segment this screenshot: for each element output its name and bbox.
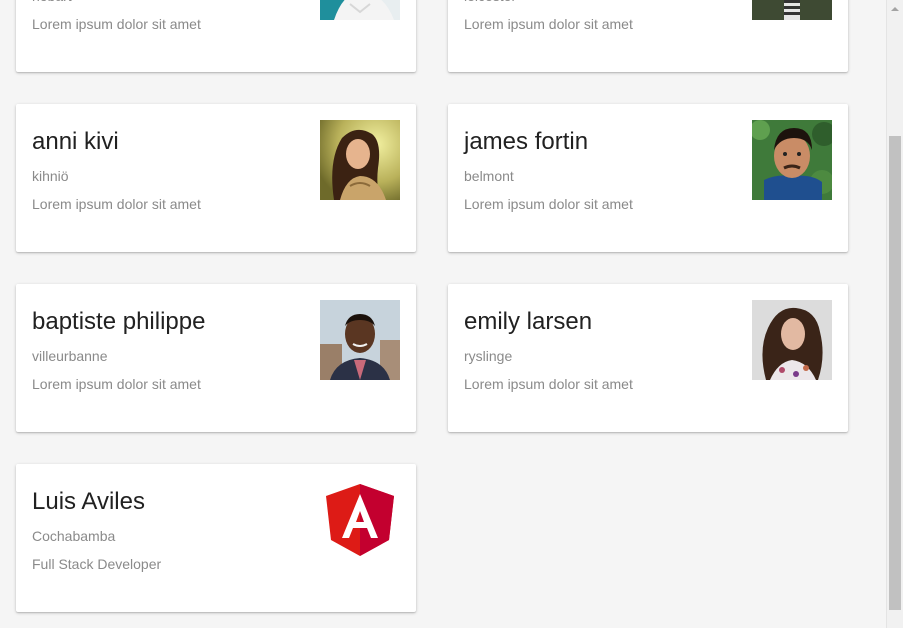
contact-city: hobart (32, 0, 72, 4)
contact-name: anni kivi (32, 128, 119, 155)
contact-photo (752, 0, 832, 20)
contact-description: Lorem ipsum dolor sit amet (32, 16, 201, 32)
contact-name: Luis Aviles (32, 488, 145, 515)
contact-city: leicester (464, 0, 516, 4)
contact-card[interactable]: baptiste philippe villeurbanne Lorem ips… (16, 284, 416, 432)
contact-description: Lorem ipsum dolor sit amet (464, 16, 633, 32)
contact-description: Lorem ipsum dolor sit amet (32, 376, 201, 392)
scroll-up-arrow-icon[interactable] (887, 0, 903, 17)
contact-photo (320, 0, 400, 20)
contact-card[interactable]: leicester Lorem ipsum dolor sit amet (448, 0, 848, 72)
contact-card[interactable]: james fortin belmont Lorem ipsum dolor s… (448, 104, 848, 252)
contact-city: villeurbanne (32, 348, 108, 364)
contact-description: Lorem ipsum dolor sit amet (32, 196, 201, 212)
contact-card-grid: hobart Lorem ipsum dolor sit amet leices… (0, 0, 903, 628)
contact-description: Full Stack Developer (32, 556, 162, 572)
contact-description: Lorem ipsum dolor sit amet (464, 376, 633, 392)
contact-photo (320, 120, 400, 200)
contact-city: Cochabamba (32, 528, 116, 544)
contact-photo (752, 120, 832, 200)
angular-logo-icon (320, 480, 400, 560)
vertical-scrollbar[interactable] (886, 0, 903, 628)
contact-name: baptiste philippe (32, 308, 206, 335)
contact-photo (320, 300, 400, 380)
contact-city: belmont (464, 168, 514, 184)
contact-name: james fortin (464, 128, 589, 155)
contact-description: Lorem ipsum dolor sit amet (464, 196, 633, 212)
contact-card[interactable]: emily larsen ryslinge Lorem ipsum dolor … (448, 284, 848, 432)
contact-card[interactable]: hobart Lorem ipsum dolor sit amet (16, 0, 416, 72)
contact-name: emily larsen (464, 308, 593, 335)
contact-photo (752, 300, 832, 380)
contact-city: ryslinge (464, 348, 513, 364)
contact-card[interactable]: Luis Aviles Cochabamba Full Stack Develo… (16, 464, 416, 612)
scrollbar-thumb[interactable] (889, 136, 901, 610)
contact-card[interactable]: anni kivi kihniö Lorem ipsum dolor sit a… (16, 104, 416, 252)
contact-city: kihniö (32, 168, 69, 184)
